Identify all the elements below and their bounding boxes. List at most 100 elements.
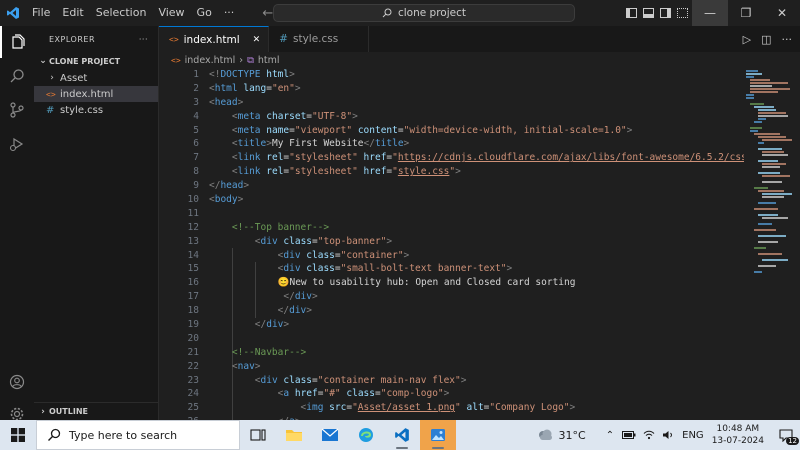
project-folder[interactable]: ⌄ CLONE PROJECT — [34, 52, 158, 70]
clock-date: 13-07-2024 — [711, 436, 764, 446]
explorer-icon[interactable] — [0, 26, 34, 58]
line-number: 2 — [193, 82, 199, 94]
css-file-icon: # — [46, 104, 55, 116]
breadcrumb: <> index.html › ⧉ html — [159, 52, 800, 68]
more-actions-icon[interactable]: ··· — [782, 33, 793, 46]
code-line: <head> — [209, 96, 244, 108]
vscode-app[interactable] — [384, 420, 420, 450]
photos-app[interactable] — [420, 420, 456, 450]
weather-widget[interactable]: 31°C — [536, 429, 586, 442]
code-line: <nav> — [231, 360, 261, 372]
outline-label: OUTLINE — [49, 407, 88, 416]
menu-go[interactable]: Go — [191, 0, 218, 26]
cdn-link[interactable]: https://cdnjs.cloudflare.com/ajax/libs/f… — [398, 152, 744, 163]
line-number: 14 — [187, 249, 199, 261]
windows-logo-icon — [11, 428, 25, 442]
line-number: 4 — [193, 110, 199, 122]
search-icon[interactable] — [0, 60, 34, 92]
code-line: <html lang="en"> — [209, 82, 301, 94]
notification-center-button[interactable]: 12 — [772, 420, 800, 450]
line-number: 17 — [187, 291, 199, 303]
folder-icon — [286, 430, 302, 441]
code-line: <body> — [209, 194, 244, 206]
weather-cloud-icon — [538, 429, 552, 440]
search-icon — [48, 428, 61, 441]
line-number: 19 — [187, 319, 199, 331]
menu-selection[interactable]: Selection — [90, 0, 153, 26]
code-line: <meta name="viewport" content="width=dev… — [231, 124, 633, 136]
menu-view[interactable]: View — [152, 0, 190, 26]
tree-item-asset[interactable]: › Asset — [34, 70, 158, 86]
more-actions-icon[interactable]: ··· — [139, 35, 148, 44]
close-tab-icon[interactable]: ✕ — [253, 35, 261, 45]
line-number: 21 — [187, 346, 199, 358]
code-editor[interactable]: 1 2 3 4 5 6 7 8 9 10 11 12 13 14 15 16 1… — [159, 68, 800, 420]
edge-browser-app[interactable] — [348, 420, 384, 450]
notification-count-badge: 12 — [786, 437, 799, 445]
toggle-secondary-sidebar-icon[interactable] — [660, 8, 671, 18]
toggle-panel-icon[interactable] — [643, 8, 654, 18]
search-icon — [382, 8, 392, 18]
language-indicator[interactable]: ENG — [682, 430, 704, 441]
tree-item-style-css[interactable]: # style.css — [34, 102, 158, 118]
mail-icon — [321, 428, 339, 441]
battery-icon[interactable] — [622, 431, 636, 439]
editor-tab-bar: <> index.html ✕ # style.css ▷ ◫ ··· — [159, 26, 800, 52]
toggle-sidebar-icon[interactable] — [626, 8, 637, 18]
chevron-down-icon: ⌄ — [39, 56, 47, 66]
code-line: <div class="small-bolt-text banner-text"… — [277, 263, 513, 275]
line-number: 3 — [193, 96, 199, 108]
line-number: 16 — [187, 277, 199, 289]
code-line: <!--Top banner--> — [231, 221, 330, 233]
chevron-up-icon[interactable]: ⌃ — [606, 430, 614, 441]
mail-app[interactable] — [312, 420, 348, 450]
code-line: <div class="top-banner"> — [254, 235, 393, 247]
explorer-sidebar: EXPLORER ··· ⌄ CLONE PROJECT › Asset <> … — [34, 26, 159, 420]
line-number: 12 — [187, 221, 199, 233]
tree-item-label: style.css — [60, 104, 104, 116]
customize-layout-icon[interactable] — [677, 8, 688, 18]
wifi-icon[interactable] — [643, 430, 655, 440]
asset-link[interactable]: Asset/asset 1.png — [358, 402, 455, 413]
minimize-button[interactable]: — — [692, 0, 728, 26]
outline-section[interactable]: › OUTLINE — [34, 402, 159, 420]
line-number: 9 — [193, 180, 199, 192]
run-icon[interactable]: ▷ — [743, 33, 751, 46]
taskbar-search-box[interactable]: Type here to search — [36, 420, 240, 450]
menu-more[interactable]: ··· — [218, 0, 241, 26]
code-line: <meta charset="UTF-8"> — [231, 110, 358, 122]
code-line: <title>My First Website</title> — [231, 138, 410, 150]
code-line: </div> — [254, 319, 290, 331]
tab-style-css[interactable]: # style.css — [269, 26, 370, 52]
breadcrumb-node[interactable]: html — [258, 55, 280, 66]
code-line: <a href="#" class="comp-logo"> — [277, 388, 450, 400]
split-editor-icon[interactable]: ◫ — [761, 33, 771, 46]
code-line: <div class="container main-nav flex"> — [254, 374, 467, 386]
run-debug-icon[interactable] — [0, 128, 34, 160]
stylesheet-link[interactable]: style.css — [398, 166, 449, 177]
line-number: 25 — [187, 402, 199, 414]
back-arrow-icon[interactable]: ← — [262, 6, 273, 21]
close-button[interactable]: ✕ — [764, 0, 800, 26]
minimap[interactable] — [744, 68, 794, 420]
breadcrumb-file[interactable]: index.html — [185, 55, 236, 66]
menu-file[interactable]: File — [26, 0, 56, 26]
tree-item-index-html[interactable]: <> index.html — [34, 86, 158, 102]
css-file-icon: # — [279, 33, 288, 45]
file-explorer-app[interactable] — [276, 420, 312, 450]
tab-index-html[interactable]: <> index.html ✕ — [159, 26, 270, 52]
source-control-icon[interactable] — [0, 94, 34, 126]
task-view-button[interactable] — [240, 420, 276, 450]
accounts-icon[interactable] — [0, 366, 34, 398]
volume-icon[interactable] — [662, 430, 674, 440]
restore-button[interactable]: ❐ — [728, 0, 764, 26]
menu-edit[interactable]: Edit — [56, 0, 89, 26]
start-button[interactable] — [0, 420, 36, 450]
line-number-gutter: 1 2 3 4 5 6 7 8 9 10 11 12 13 14 15 16 1… — [159, 68, 199, 420]
clock[interactable]: 10:48 AM 13-07-2024 — [712, 423, 764, 447]
command-center-search[interactable]: clone project — [273, 4, 575, 22]
taskbar-search-placeholder: Type here to search — [69, 428, 178, 442]
line-number: 8 — [193, 166, 199, 178]
